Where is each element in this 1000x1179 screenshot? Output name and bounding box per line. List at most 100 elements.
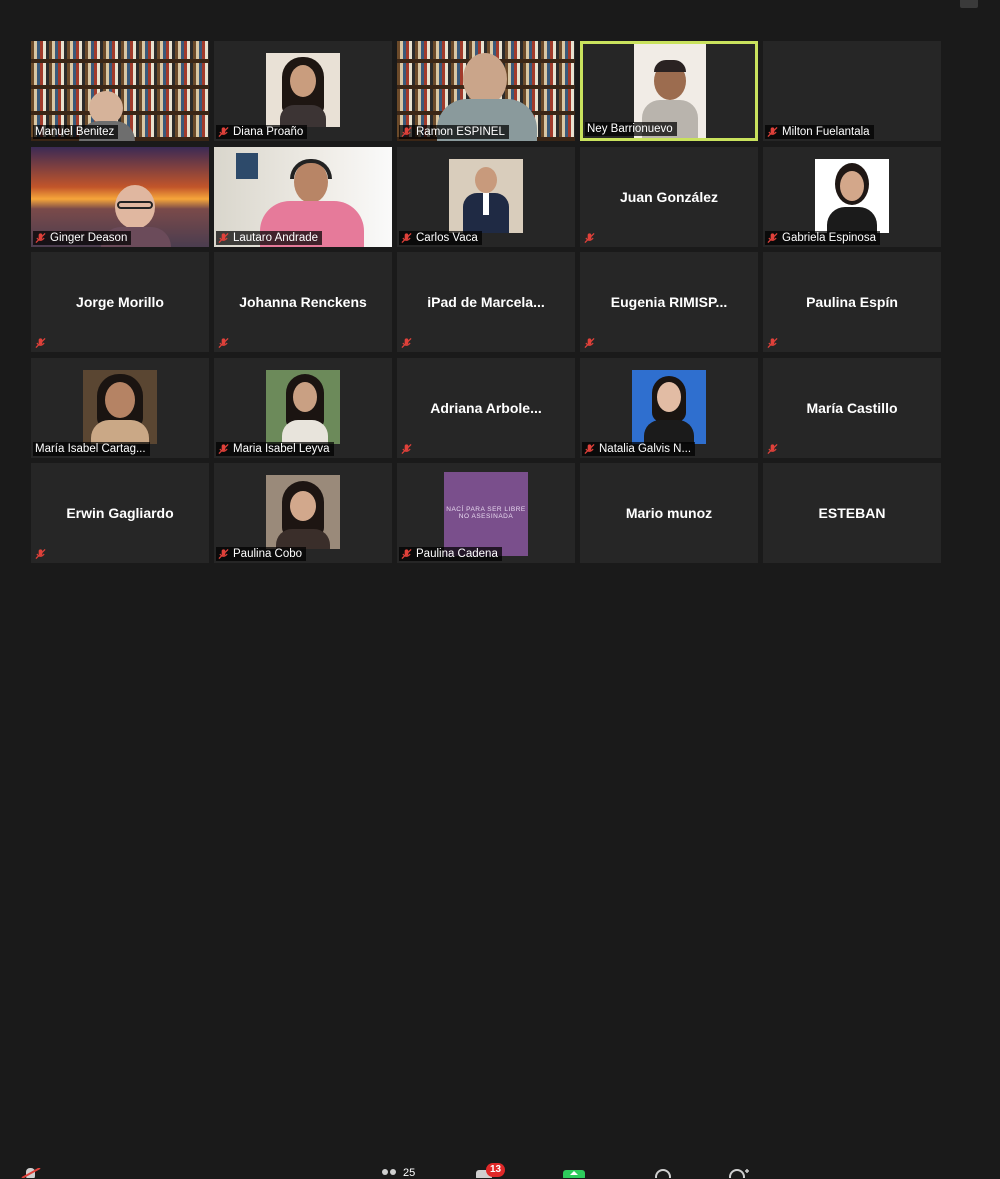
mic-muted-icon (218, 232, 229, 243)
name-tag: Milton Fuelantala (765, 125, 874, 139)
participant-name: Paulina Cobo (233, 548, 303, 560)
name-tag: Lautaro Andrade (216, 230, 323, 245)
participant-tile-active-speaker[interactable]: Ney Barrionuevo (580, 41, 758, 141)
name-tag: Manuel Benitez (33, 125, 119, 139)
participant-tile[interactable]: Eugenia RIMISP... (580, 252, 758, 352)
mic-muted-icon (584, 443, 595, 454)
chat-unread-badge: 13 (486, 1163, 506, 1177)
participant-tile[interactable]: Adriana Arbole... (397, 357, 575, 458)
participant-tile[interactable]: María Isabel Cartag... (31, 357, 209, 458)
video-feed (266, 475, 340, 549)
mic-muted-icon (218, 443, 229, 454)
mic-muted-icon[interactable] (20, 1168, 42, 1178)
participant-tile[interactable]: Milton Fuelantala (763, 41, 941, 141)
participant-tile[interactable]: Erwin Gagliardo (31, 463, 209, 563)
mic-muted-icon (218, 126, 229, 138)
participant-name: Milton Fuelantala (782, 126, 870, 138)
participant-name: Ramon ESPINEL (416, 126, 505, 138)
participant-display-name: Eugenia RIMISP... (610, 294, 728, 310)
participant-tile[interactable]: Manuel Benitez (31, 41, 209, 141)
participant-tile[interactable]: Paulina Espín (763, 252, 941, 352)
participant-display-name: Johanna Renckens (239, 294, 367, 310)
name-tag: María Isabel Cartag... (33, 441, 150, 456)
participant-tile[interactable]: Johanna Renckens (214, 252, 392, 352)
participant-tile[interactable]: Carlos Vaca (397, 146, 575, 247)
name-tag (33, 547, 50, 561)
name-tag: Natalia Galvis N... (582, 441, 696, 456)
participant-tile[interactable]: Natalia Galvis N... (580, 357, 758, 458)
name-tag (33, 336, 50, 350)
participant-tile[interactable]: Gabriela Espinosa (763, 146, 941, 247)
participant-tile[interactable]: Juan González (580, 146, 758, 247)
mic-muted-icon (401, 126, 412, 138)
participant-tile[interactable]: Mario munoz (580, 463, 758, 563)
participant-tile[interactable]: Ramon ESPINEL (397, 41, 575, 141)
participants-count: 25 (403, 1167, 416, 1179)
video-feed (449, 158, 523, 233)
participant-tile[interactable]: Lautaro Andrade (214, 146, 392, 247)
video-feed (266, 369, 340, 444)
participants-icon[interactable] (380, 1169, 398, 1178)
participant-tile[interactable]: Paulina Cobo (214, 463, 392, 563)
name-tag: Diana Proaño (216, 125, 308, 139)
reactions-icon[interactable] (728, 1169, 750, 1178)
name-tag (399, 336, 416, 350)
name-tag (582, 231, 599, 245)
video-feed (815, 158, 889, 233)
participant-name: Natalia Galvis N... (599, 442, 692, 455)
participant-tile[interactable]: Diana Proaño (214, 41, 392, 141)
share-screen-icon[interactable] (563, 1170, 585, 1178)
mic-muted-icon (218, 548, 229, 560)
participant-name: Ney Barrionuevo (587, 123, 673, 135)
video-feed: NACÍ PARA SER LIBRE NO ASESINADA (444, 472, 528, 556)
mic-muted-icon (401, 337, 412, 349)
mic-muted-icon (401, 232, 412, 243)
participant-display-name: Mario munoz (625, 505, 713, 521)
video-feed (83, 369, 157, 444)
mic-muted-icon (401, 443, 412, 454)
participant-tile[interactable]: Maria Isabel Leyva (214, 357, 392, 458)
name-tag: Paulina Cadena (399, 547, 502, 561)
participant-name: Gabriela Espinosa (782, 231, 876, 244)
participant-display-name: Erwin Gagliardo (66, 505, 174, 521)
name-tag (582, 336, 599, 350)
participant-tile[interactable]: NACÍ PARA SER LIBRE NO ASESINADA Paulina… (397, 463, 575, 563)
mic-muted-icon (584, 337, 595, 349)
name-tag: Carlos Vaca (399, 230, 482, 245)
participant-display-name: María Castillo (806, 399, 898, 416)
participant-name: María Isabel Cartag... (35, 442, 146, 455)
mic-muted-icon (767, 232, 778, 243)
image-caption: NACÍ PARA SER LIBRE NO ASESINADA (446, 506, 526, 520)
participant-name: Manuel Benitez (35, 126, 115, 138)
participant-display-name: ESTEBAN (818, 505, 886, 521)
record-icon[interactable] (653, 1169, 673, 1178)
mic-muted-icon (767, 443, 778, 454)
participant-name: Maria Isabel Leyva (233, 442, 330, 455)
name-tag (216, 336, 233, 350)
participant-tile[interactable]: Jorge Morillo (31, 252, 209, 352)
mic-muted-icon (218, 337, 229, 349)
name-tag (765, 442, 782, 456)
participant-tile[interactable]: María Castillo (763, 357, 941, 458)
view-toggle-icon[interactable] (960, 0, 978, 8)
name-tag: Paulina Cobo (216, 547, 307, 561)
mic-muted-icon (35, 548, 46, 560)
participant-name: Paulina Cadena (416, 548, 498, 560)
name-tag: Ramon ESPINEL (399, 125, 509, 139)
name-tag: Gabriela Espinosa (765, 230, 880, 245)
participant-display-name: Adriana Arbole... (430, 399, 542, 416)
participant-name: Lautaro Andrade (233, 231, 319, 244)
participant-name: Carlos Vaca (416, 231, 478, 244)
participant-display-name: Paulina Espín (806, 294, 898, 310)
video-feed (632, 369, 706, 444)
participant-name: Ginger Deason (50, 231, 128, 244)
name-tag (399, 442, 416, 456)
participant-tile[interactable]: Ginger Deason (31, 146, 209, 247)
meeting-toolbar: 25 13 (0, 583, 1000, 1179)
participant-tile[interactable]: ESTEBAN (763, 463, 941, 563)
participant-tile[interactable]: iPad de Marcela... (397, 252, 575, 352)
video-feed (266, 53, 340, 127)
name-tag: Maria Isabel Leyva (216, 441, 334, 456)
name-tag: Ney Barrionuevo (585, 122, 677, 136)
mic-muted-icon (767, 126, 778, 138)
